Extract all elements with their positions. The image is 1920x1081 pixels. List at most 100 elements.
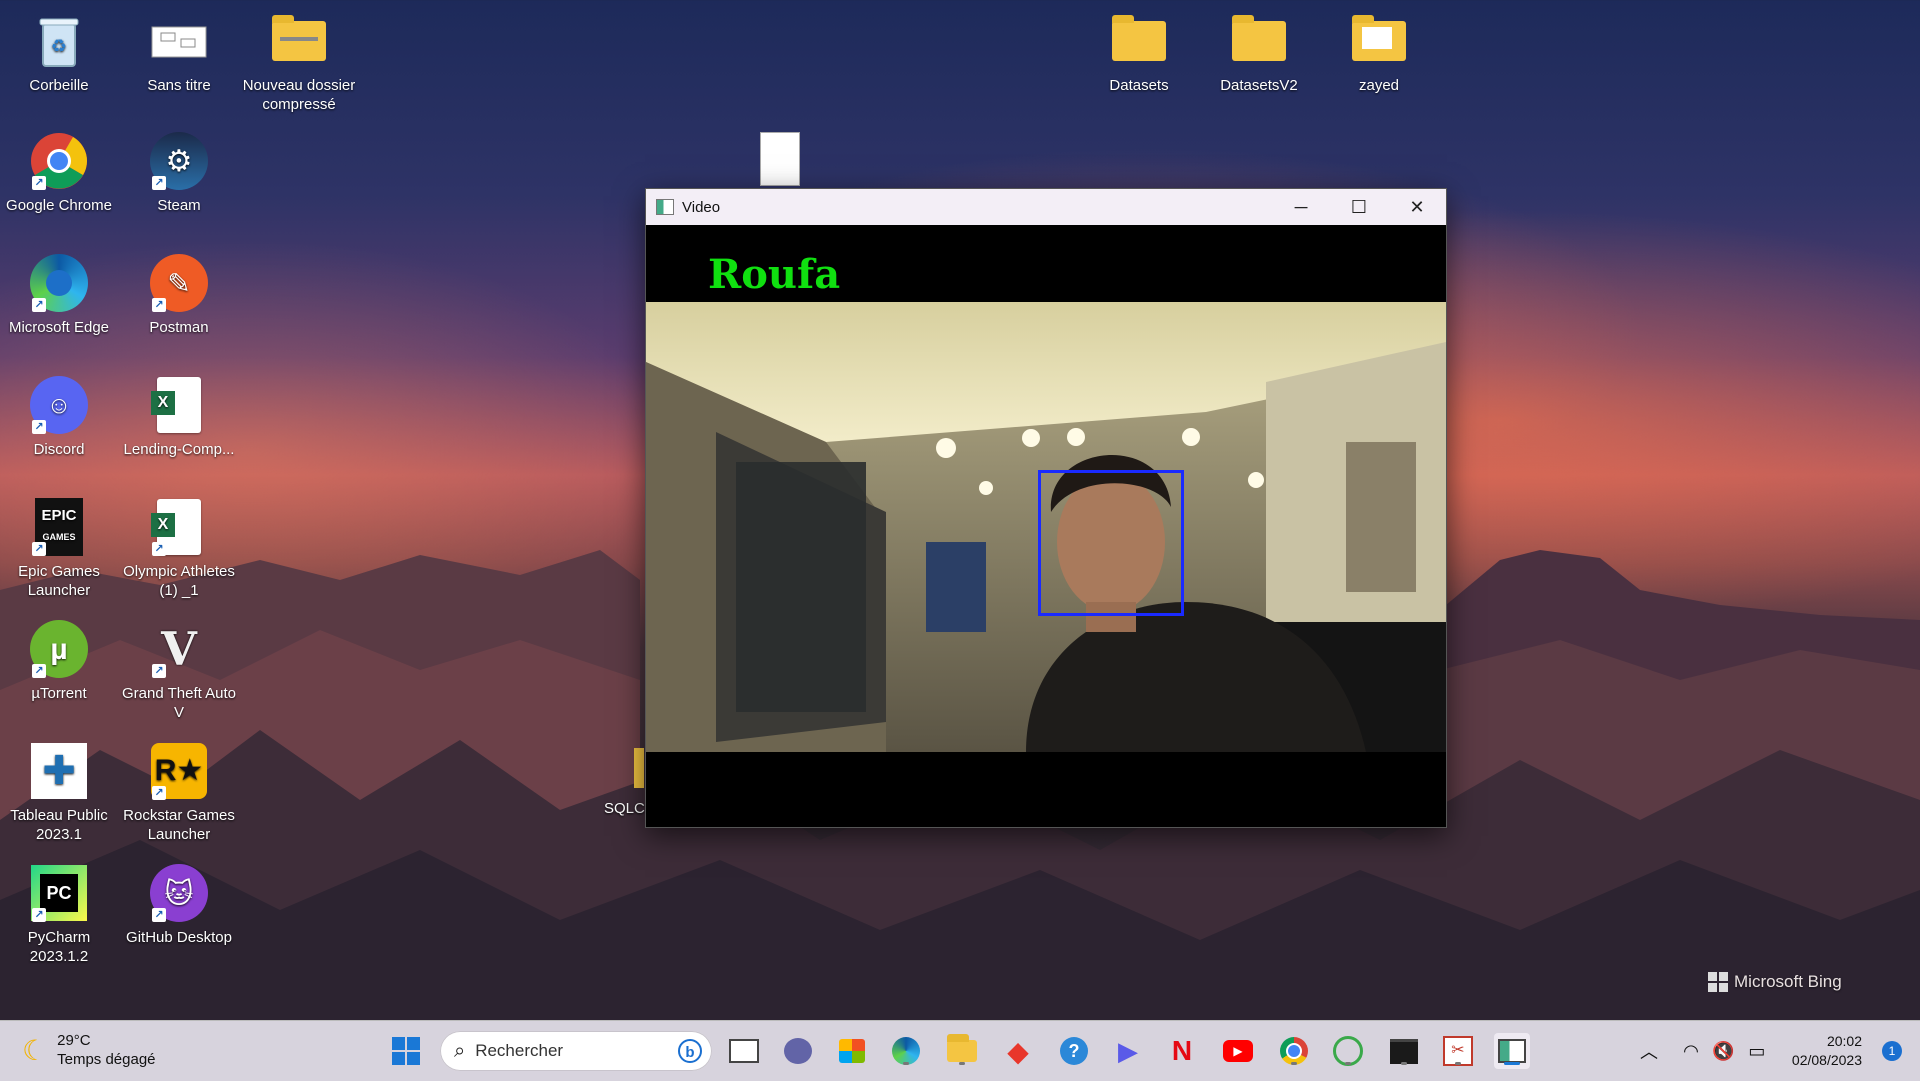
moon-icon: ☾ [22, 1034, 48, 1066]
shortcut-arrow-icon: ↗ [32, 298, 46, 312]
shortcut-arrow-icon: ↗ [32, 664, 46, 678]
shortcut-arrow-icon: ↗ [152, 542, 166, 556]
window-app-icon [656, 199, 674, 215]
discord-icon: ☺ ↗ [28, 374, 90, 436]
file-explorer-icon[interactable] [944, 1033, 980, 1069]
desktop-icon-discord[interactable]: ☺ ↗ Discord [0, 374, 118, 459]
desktop-icon-sans-titre[interactable]: Sans titre [120, 10, 238, 95]
github-icon: 🐱 ↗ [148, 862, 210, 924]
tableau-icon: ✚ [28, 740, 90, 802]
desktop-icon-postman[interactable]: ✎ ↗ Postman [120, 252, 238, 337]
video-window-taskbar-icon[interactable] [1494, 1033, 1530, 1069]
close-button[interactable]: ✕ [1388, 189, 1446, 225]
shortcut-arrow-icon: ↗ [32, 420, 46, 434]
netflix-icon[interactable]: N [1164, 1033, 1200, 1069]
system-tray: ︿ ◜◝ 🔇 ▭ [1640, 1021, 1765, 1081]
desktop-icon-steam[interactable]: ⚙ ↗ Steam [120, 130, 238, 215]
excel-file-icon: X [148, 374, 210, 436]
desktop-icon-edge[interactable]: ↗ Microsoft Edge [0, 252, 118, 337]
webcam-frame [646, 302, 1446, 752]
desktop-icon-tableau[interactable]: ✚ Tableau Public 2023.1 [0, 740, 118, 844]
start-button[interactable] [388, 1033, 424, 1069]
excel-file-icon: X ↗ [148, 496, 210, 558]
video-window[interactable]: Video ─ ☐ ✕ Roufa [645, 188, 1447, 828]
weather-description: Temps dégagé [57, 1051, 156, 1068]
desktop-folder-zayed[interactable]: zayed [1320, 10, 1438, 95]
clock[interactable]: 20:02 02/08/2023 [1792, 1032, 1862, 1070]
chevron-up-icon[interactable]: ︿ [1640, 1038, 1658, 1064]
image-file-icon [148, 10, 210, 72]
partial-folder-icon [634, 748, 644, 788]
desktop-icon-corbeille[interactable]: ♻ Corbeille [0, 10, 118, 95]
desktop-folder-datasets[interactable]: Datasets [1080, 10, 1198, 95]
taskbar: ☾ 29°C Temps dégagé ⌕ Rechercher b ◆ ? ▶… [0, 1020, 1920, 1081]
rockstar-icon: R★ ↗ [148, 740, 210, 802]
svg-text:♻: ♻ [51, 36, 67, 56]
desktop-icon-utorrent[interactable]: µ ↗ µTorrent [0, 618, 118, 703]
jetbrains-app-icon[interactable]: ✂ [1440, 1033, 1476, 1069]
weather-temperature: 29°C [57, 1032, 91, 1049]
windows-logo-icon [392, 1037, 420, 1065]
shortcut-arrow-icon: ↗ [32, 542, 46, 556]
shortcut-arrow-icon: ↗ [152, 298, 166, 312]
desktop-icon-pycharm[interactable]: PC ↗ PyCharm 2023.1.2 [0, 862, 118, 966]
desktop-icon-epic[interactable]: EPIC GAMES ↗ Epic Games Launcher [0, 496, 118, 600]
weather-widget[interactable]: ☾ 29°C Temps dégagé [22, 1031, 156, 1069]
desktop-icon-rockstar[interactable]: R★ ↗ Rockstar Games Launcher [120, 740, 238, 844]
teams-chat-icon[interactable] [780, 1033, 816, 1069]
volume-muted-icon[interactable]: 🔇 [1712, 1041, 1734, 1062]
shortcut-arrow-icon: ↗ [32, 176, 46, 190]
recognized-name-label: Roufa [708, 251, 841, 298]
window-titlebar[interactable]: Video ─ ☐ ✕ [646, 189, 1446, 225]
gta-icon: V ↗ [148, 618, 210, 680]
shortcut-arrow-icon: ↗ [32, 908, 46, 922]
edge-taskbar-icon[interactable] [888, 1033, 924, 1069]
edge-icon: ↗ [28, 252, 90, 314]
chrome-taskbar-icon[interactable] [1276, 1033, 1312, 1069]
battery-icon[interactable]: ▭ [1748, 1041, 1765, 1062]
desktop-folder-datasetsv2[interactable]: DatasetsV2 [1200, 10, 1318, 95]
folder-icon [1228, 10, 1290, 72]
microsoft-logo-icon [1708, 972, 1728, 992]
zip-folder-icon [268, 10, 330, 72]
desktop-icon-lending[interactable]: X Lending-Comp... [120, 374, 238, 459]
shortcut-arrow-icon: ↗ [152, 786, 166, 800]
utorrent-icon: µ ↗ [28, 618, 90, 680]
pycharm-icon: PC ↗ [28, 862, 90, 924]
app-red-diamond-icon[interactable]: ◆ [1000, 1033, 1036, 1069]
help-icon[interactable]: ? [1056, 1033, 1092, 1069]
youtube-icon[interactable]: ▶ [1220, 1033, 1256, 1069]
desktop-icon-chrome[interactable]: ↗ Google Chrome [0, 130, 118, 215]
chrome-icon: ↗ [28, 130, 90, 192]
shortcut-arrow-icon: ↗ [152, 176, 166, 190]
wifi-icon[interactable]: ◜◝ [1684, 1041, 1698, 1062]
window-title: Video [682, 198, 721, 216]
face-detection-box [1038, 470, 1184, 616]
postman-icon: ✎ ↗ [148, 252, 210, 314]
folder-icon [1108, 10, 1170, 72]
search-icon: ⌕ [454, 1039, 466, 1062]
desktop-icon-github[interactable]: 🐱 ↗ GitHub Desktop [120, 862, 238, 947]
notification-badge[interactable]: 1 [1882, 1041, 1902, 1061]
epic-games-icon: EPIC GAMES ↗ [28, 496, 90, 558]
desktop-icon-sqlc-partial[interactable]: SQLC [604, 800, 645, 817]
desktop-icon-gta[interactable]: V ↗ Grand Theft Auto V [120, 618, 238, 722]
desktop-icon-nouveau-dossier[interactable]: Nouveau dossier compressé [240, 10, 358, 114]
maximize-button[interactable]: ☐ [1330, 189, 1388, 225]
video-frame-area: Roufa [646, 225, 1446, 827]
terminal-icon[interactable] [1386, 1033, 1422, 1069]
media-player-icon[interactable]: ▶ [1110, 1033, 1146, 1069]
microsoft-store-icon[interactable] [834, 1033, 870, 1069]
taskbar-search-box[interactable]: ⌕ Rechercher b [440, 1031, 712, 1071]
desktop-icon-olympic[interactable]: X ↗ Olympic Athletes (1) _1 [120, 496, 238, 600]
bing-watermark: Microsoft Bing [1708, 972, 1842, 992]
clock-date: 02/08/2023 [1791, 1052, 1862, 1068]
task-view-icon[interactable] [726, 1033, 762, 1069]
desktop-file-icon[interactable] [760, 132, 800, 186]
minimize-button[interactable]: ─ [1272, 189, 1330, 225]
bing-icon[interactable]: b [678, 1039, 702, 1063]
search-placeholder: Rechercher [475, 1041, 564, 1060]
anaconda-icon[interactable] [1330, 1033, 1366, 1069]
shortcut-arrow-icon: ↗ [152, 664, 166, 678]
shortcut-arrow-icon: ↗ [152, 908, 166, 922]
